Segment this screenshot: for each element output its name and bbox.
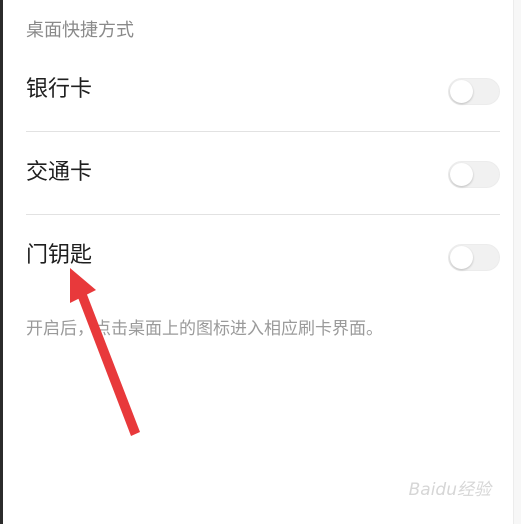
footnote-text: 开启后，点击桌面上的图标进入相应刷卡界面。 xyxy=(26,319,383,339)
toggle-knob xyxy=(450,80,473,103)
watermark-logo: Baidu经验 xyxy=(408,480,491,500)
bank-card-toggle[interactable] xyxy=(448,78,500,105)
left-edge-bar xyxy=(0,0,3,524)
toggle-knob xyxy=(450,246,473,269)
section-title: 桌面快捷方式 xyxy=(26,20,134,41)
transit-card-label: 交通卡 xyxy=(26,160,93,185)
door-key-label: 门钥匙 xyxy=(26,243,93,268)
row-divider xyxy=(26,131,500,132)
row-divider xyxy=(26,214,500,215)
scrollbar-track xyxy=(513,0,521,524)
toggle-knob xyxy=(450,163,473,186)
setting-row-transit-card: 交通卡 xyxy=(26,133,500,215)
transit-card-toggle[interactable] xyxy=(448,161,500,188)
setting-row-bank-card: 银行卡 xyxy=(26,50,500,132)
door-key-toggle[interactable] xyxy=(448,244,500,271)
setting-row-door-key: 门钥匙 xyxy=(26,216,500,298)
bank-card-label: 银行卡 xyxy=(26,77,93,102)
